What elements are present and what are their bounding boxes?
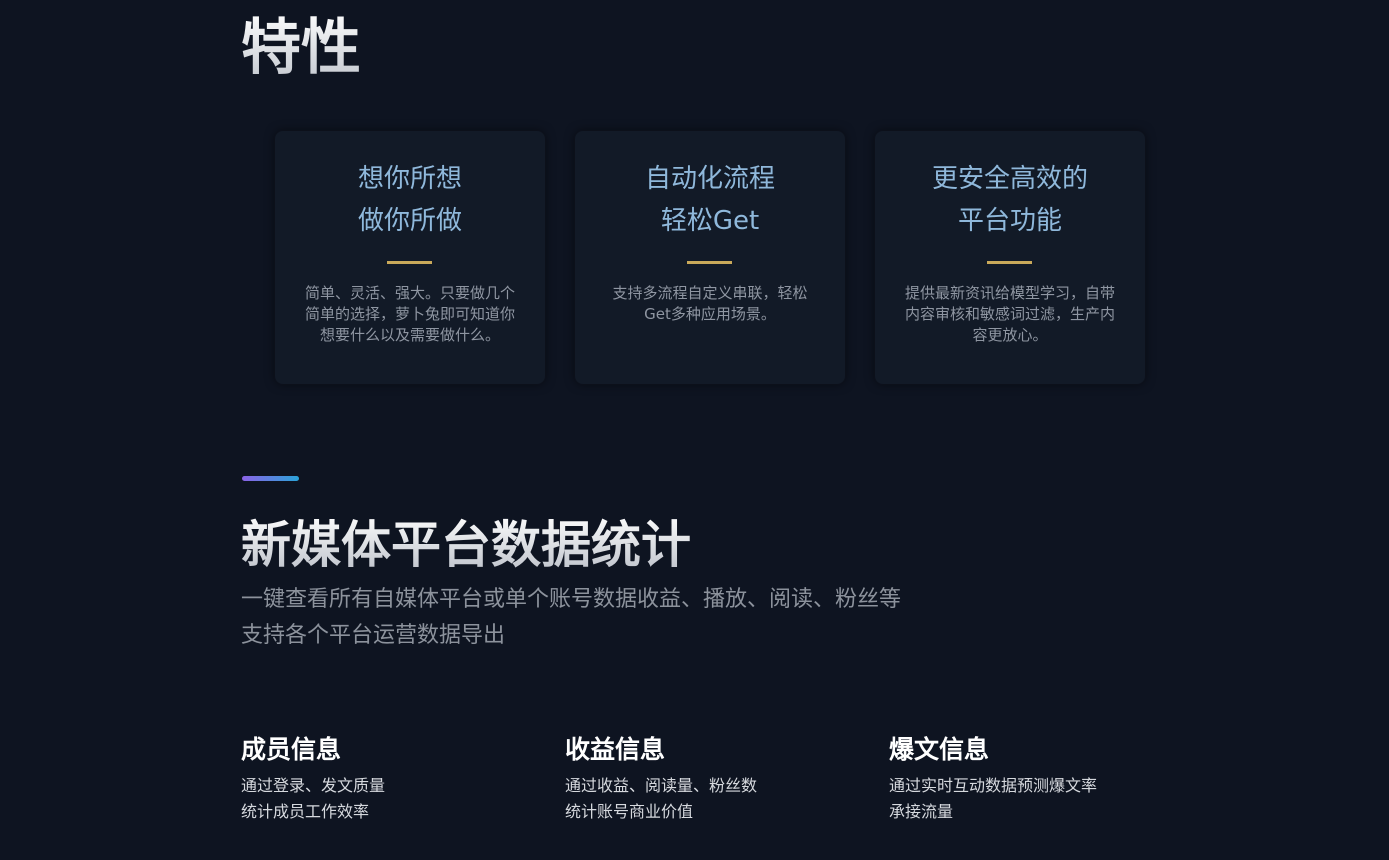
feature-card-title-line: 更安全高效的 [931, 164, 1088, 194]
info-block-desc-line: 统计成员工作效率 [241, 802, 370, 821]
feature-card-think: 想你所想 做你所做 简单、灵活、强大。只要做几个 简单的选择，萝卜兔即可知道你 … [275, 131, 545, 384]
info-block-desc-line: 通过实时互动数据预测爆文率 [889, 776, 1098, 795]
feature-card-divider [387, 261, 432, 264]
info-block-viral: 爆文信息 通过实时互动数据预测爆文率 承接流量 [889, 733, 1189, 825]
feature-card-divider [987, 261, 1032, 264]
info-block-description: 通过收益、阅读量、粉丝数 统计账号商业价值 [565, 773, 865, 825]
info-block-desc-line: 通过登录、发文质量 [241, 776, 386, 795]
stats-subtitle-line: 一键查看所有自媒体平台或单个账号数据收益、播放、阅读、粉丝等 [241, 587, 902, 612]
feature-card-description: 支持多流程自定义串联，轻松 Get多种应用场景。 [593, 283, 827, 325]
feature-card-automation: 自动化流程 轻松Get 支持多流程自定义串联，轻松 Get多种应用场景。 [575, 131, 845, 384]
info-block-title: 爆文信息 [889, 735, 990, 764]
feature-card-desc-line: 想要什么以及需要做什么。 [319, 326, 500, 344]
feature-card-title-line: 想你所想 [357, 164, 462, 194]
info-block-revenue: 收益信息 通过收益、阅读量、粉丝数 统计账号商业价值 [565, 733, 865, 825]
info-block-desc-line: 通过收益、阅读量、粉丝数 [565, 776, 758, 795]
feature-card-desc-line: Get多种应用场景。 [644, 305, 776, 323]
info-block-desc-line: 承接流量 [889, 802, 954, 821]
features-heading: 特性 [241, 8, 361, 88]
info-block-title: 收益信息 [565, 735, 666, 764]
page: 特性 想你所想 做你所做 简单、灵活、强大。只要做几个 简单的选择，萝卜兔即可知… [0, 0, 1389, 860]
stats-heading: 新媒体平台数据统计 [241, 512, 691, 578]
feature-card-divider [687, 261, 732, 264]
feature-card-title-line: 平台功能 [957, 206, 1062, 236]
feature-card-security: 更安全高效的 平台功能 提供最新资讯给模型学习，自带 内容审核和敏感词过滤，生产… [875, 131, 1145, 384]
feature-card-desc-line: 容更放心。 [972, 326, 1048, 344]
info-block-description: 通过实时互动数据预测爆文率 承接流量 [889, 773, 1189, 825]
feature-card-desc-line: 支持多流程自定义串联，轻松 [612, 284, 808, 302]
feature-card-desc-line: 简单的选择，萝卜兔即可知道你 [304, 305, 515, 323]
feature-card-desc-line: 内容审核和敏感词过滤，生产内 [904, 305, 1115, 323]
info-block-members: 成员信息 通过登录、发文质量 统计成员工作效率 [241, 733, 541, 825]
stats-subtitle-line: 支持各个平台运营数据导出 [241, 623, 506, 648]
feature-card-title: 更安全高效的 平台功能 [875, 158, 1145, 242]
feature-card-title-line: 自动化流程 [644, 164, 775, 194]
info-block-description: 通过登录、发文质量 统计成员工作效率 [241, 773, 541, 825]
feature-card-title: 自动化流程 轻松Get [575, 158, 845, 242]
feature-card-description: 提供最新资讯给模型学习，自带 内容审核和敏感词过滤，生产内 容更放心。 [893, 283, 1127, 346]
info-block-desc-line: 统计账号商业价值 [565, 802, 694, 821]
feature-card-desc-line: 简单、灵活、强大。只要做几个 [304, 284, 515, 302]
feature-card-title: 想你所想 做你所做 [275, 158, 545, 242]
feature-card-title-line: 做你所做 [357, 206, 462, 236]
info-block-title: 成员信息 [241, 735, 342, 764]
feature-card-description: 简单、灵活、强大。只要做几个 简单的选择，萝卜兔即可知道你 想要什么以及需要做什… [293, 283, 527, 346]
section-accent-bar [242, 476, 299, 481]
stats-subtitle: 一键查看所有自媒体平台或单个账号数据收益、播放、阅读、粉丝等 支持各个平台运营数… [241, 582, 901, 654]
feature-card-title-line: 轻松Get [660, 206, 760, 236]
feature-card-desc-line: 提供最新资讯给模型学习，自带 [904, 284, 1115, 302]
